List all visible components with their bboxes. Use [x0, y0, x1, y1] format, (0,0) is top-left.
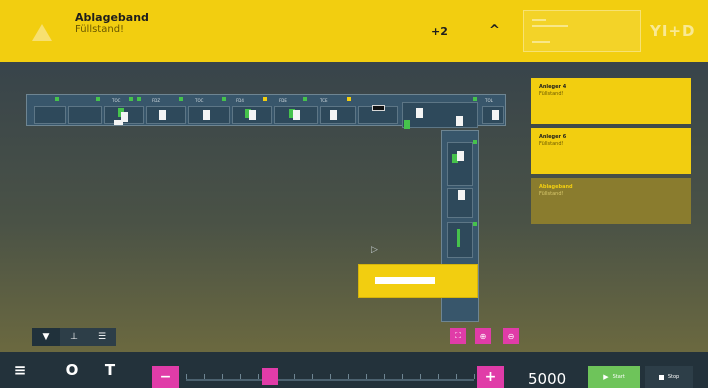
notification-subtitle: Füllstand! — [539, 141, 564, 147]
conveyor-segment[interactable] — [34, 106, 66, 124]
status-dot — [55, 97, 59, 101]
segment-label: TOC — [195, 98, 204, 103]
chevron-up-icon[interactable]: ^ — [489, 23, 500, 38]
notification-title: Ablageband — [539, 184, 573, 190]
package-item — [203, 110, 210, 120]
start-button[interactable]: ▶ Start — [588, 366, 640, 388]
brand-logo: YI+D — [650, 22, 696, 40]
status-dot — [263, 97, 267, 101]
segment-label: FDE — [279, 98, 287, 103]
alert-subtitle: Füllstand! — [75, 24, 125, 35]
conveyor-segment[interactable] — [402, 102, 478, 128]
status-dot — [347, 97, 351, 101]
timeline-tick — [348, 374, 349, 379]
warning-triangle-icon — [32, 24, 52, 41]
timeline-tick — [222, 374, 223, 379]
timeline-tick — [258, 374, 259, 379]
ghost-alert-card — [523, 10, 641, 52]
package-item — [457, 229, 460, 247]
alert-title: Ablageband — [75, 11, 149, 24]
zoom-in-icon[interactable]: ⊕ — [475, 328, 491, 344]
layout-canvas[interactable]: TOC FDZ TOC FD4 FDE TCE TOL ▷ Anleger 4 — [0, 62, 708, 352]
package-item — [457, 151, 464, 161]
timeline-tick — [438, 374, 439, 379]
timeline-tick — [294, 374, 295, 379]
stop-button-label: Stop — [667, 374, 680, 380]
alert-count-badge[interactable]: +2 — [431, 25, 448, 38]
package-item — [159, 110, 166, 120]
status-dot — [137, 97, 141, 101]
timeline-tick — [240, 374, 241, 379]
timeline-tick — [204, 374, 205, 379]
timeline-tick — [330, 374, 331, 379]
package-item — [404, 120, 410, 129]
timeline-track[interactable] — [186, 379, 474, 381]
stop-button[interactable]: Stop — [645, 366, 693, 388]
zoom-out-icon[interactable]: ⊖ — [503, 328, 519, 344]
package-item — [330, 110, 337, 120]
notification-title: Anleger 6 — [539, 134, 567, 140]
tool-group: ▼ ⊥ ☰ — [32, 328, 116, 346]
speed-value[interactable]: 5000 — [528, 370, 566, 388]
segment-label: FDZ — [152, 98, 161, 103]
place-tool-icon[interactable]: ⊥ — [60, 328, 88, 346]
conveyor-segment[interactable] — [146, 106, 186, 124]
conveyor-segment[interactable] — [447, 222, 473, 258]
fit-screen-icon[interactable]: ⛶ — [450, 328, 466, 344]
timeline-plus-button[interactable]: + — [477, 366, 504, 388]
status-dot — [473, 97, 477, 101]
circle-icon[interactable]: O — [58, 352, 86, 388]
status-dot — [473, 140, 477, 144]
notification-subtitle: Füllstand! — [539, 191, 564, 197]
notification-card[interactable]: Ablageband Füllstand! — [531, 178, 691, 224]
notification-title: Anleger 4 — [539, 84, 567, 90]
status-dot — [179, 97, 183, 101]
timeline-tick — [420, 374, 421, 379]
segment-label: TOL — [485, 98, 493, 103]
timeline-tick — [312, 374, 313, 379]
notification-card[interactable]: Anleger 4 Füllstand! — [531, 78, 691, 124]
notification-card[interactable]: Anleger 6 Füllstand! — [531, 128, 691, 174]
package-item — [293, 110, 300, 120]
package-item — [456, 116, 463, 126]
segment-label: FD4 — [236, 98, 244, 103]
alert-banner: Ablageband Füllstand! +2 ^ YI+D — [0, 0, 708, 62]
timeline-tick — [186, 374, 187, 379]
mouse-cursor-icon: ▷ — [371, 245, 378, 255]
package-item — [416, 108, 423, 118]
status-dot — [473, 222, 477, 226]
conveyor-segment[interactable] — [68, 106, 102, 124]
notification-subtitle: Füllstand! — [539, 91, 564, 97]
timeline-tick — [384, 374, 385, 379]
package-item — [492, 110, 499, 120]
status-dot — [129, 97, 133, 101]
timeline-minus-button[interactable]: − — [152, 366, 179, 388]
settings-sliders-icon[interactable]: ☰ — [88, 328, 116, 346]
timeline-slider[interactable]: − + — [152, 366, 504, 388]
status-dot — [222, 97, 226, 101]
start-button-label: Start — [612, 374, 625, 380]
conveyor-segment[interactable] — [320, 106, 356, 124]
package-item — [458, 190, 465, 200]
segment-label: TCE — [320, 98, 328, 103]
conveyor-segment[interactable] — [447, 142, 473, 186]
package-item — [372, 105, 385, 111]
play-icon: ▶ — [603, 373, 609, 381]
package-item — [114, 120, 123, 125]
status-dot — [303, 97, 307, 101]
segment-label: TOC — [112, 98, 121, 103]
timeline-tick — [456, 374, 457, 379]
timeline-tick — [366, 374, 367, 379]
menu-icon[interactable]: ≡ — [6, 352, 34, 388]
status-dot — [96, 97, 100, 101]
drop-target-area[interactable] — [358, 264, 478, 298]
stop-icon — [658, 374, 664, 380]
timeline-thumb[interactable] — [261, 368, 278, 385]
t-tool-icon[interactable]: T — [96, 352, 124, 388]
conveyor-tool-icon[interactable]: ▼ — [32, 328, 60, 346]
package-item — [249, 110, 256, 120]
drop-target-bar — [375, 277, 435, 284]
timeline-tick — [402, 374, 403, 379]
timeline-tick — [474, 374, 475, 379]
